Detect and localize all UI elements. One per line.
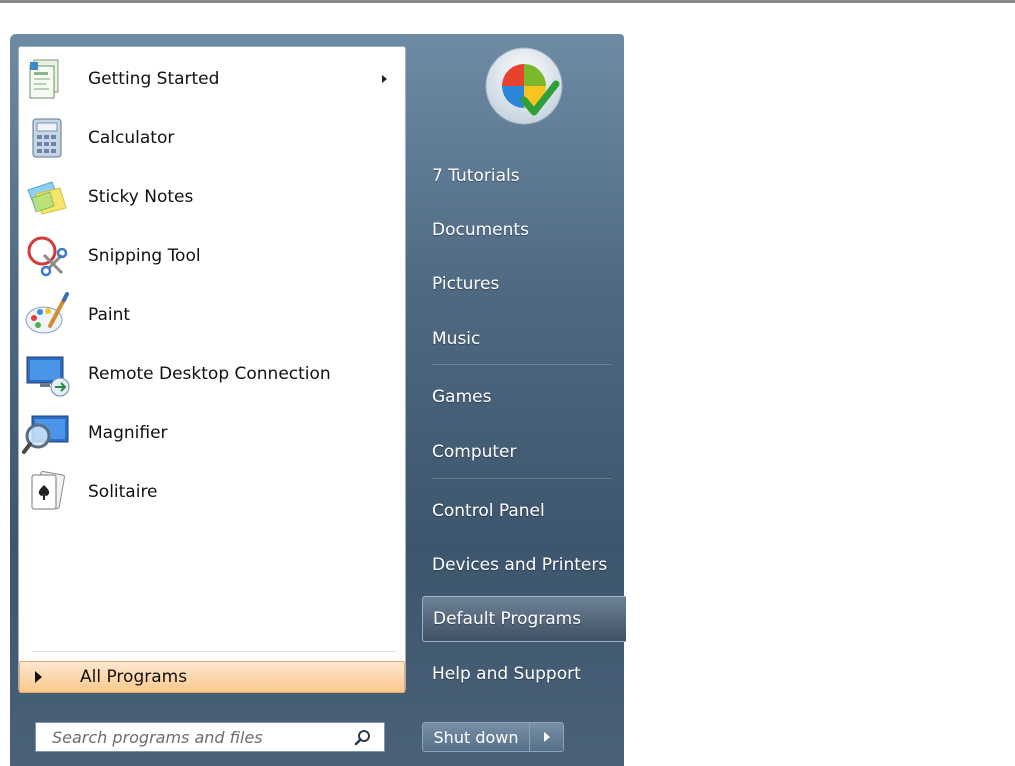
program-label: Calculator [88,128,175,148]
shutdown-button[interactable]: Shut down [423,723,530,751]
all-programs-button[interactable]: All Programs [19,661,405,693]
program-label: Snipping Tool [88,246,201,266]
solitaire-icon [22,467,72,517]
program-label: Remote Desktop Connection [88,364,331,384]
program-label: Getting Started [88,69,220,89]
search-input[interactable] [50,726,354,748]
program-getting-started[interactable]: Getting Started [19,51,405,107]
program-magnifier[interactable]: Magnifier [19,405,405,461]
shutdown-button-group: Shut down [422,722,564,752]
arrow-right-icon [543,732,550,742]
search-icon[interactable] [354,729,372,747]
program-label: Sticky Notes [88,187,194,207]
program-calculator[interactable]: Calculator [19,110,405,166]
start-menu: Getting Started Calculator Sticky Notes … [10,34,626,766]
right-item-music[interactable]: Music [422,321,622,357]
program-label: Magnifier [88,423,168,443]
program-sticky-notes[interactable]: Sticky Notes [19,169,405,225]
windows-orb-icon [484,46,564,126]
magnifier-icon [22,408,72,458]
right-item-games[interactable]: Games [422,379,622,415]
right-separator [432,478,612,479]
paint-icon [22,290,72,340]
remote-desktop-icon [22,349,72,399]
program-solitaire[interactable]: Solitaire [19,464,405,520]
snipping-tool-icon [22,231,72,281]
getting-started-icon [22,54,72,104]
right-item-default-programs[interactable]: Default Programs [422,596,626,642]
right-item-devices-and-printers[interactable]: Devices and Printers [422,547,622,583]
submenu-arrow-icon[interactable] [382,75,387,83]
right-item-pictures[interactable]: Pictures [422,266,622,302]
right-separator [432,364,612,365]
program-remote-desktop-connection[interactable]: Remote Desktop Connection [19,346,405,402]
right-item-documents[interactable]: Documents [422,212,622,248]
triangle-right-icon [35,671,42,683]
sticky-notes-icon [22,172,72,222]
programs-pane: Getting Started Calculator Sticky Notes … [18,46,406,693]
calculator-icon [22,113,72,163]
right-item-7-tutorials[interactable]: 7 Tutorials [422,158,622,194]
divider [31,651,397,652]
all-programs-label: All Programs [80,667,188,687]
shutdown-options-button[interactable] [530,723,563,751]
search-box [35,722,385,752]
program-label: Paint [88,305,131,325]
right-item-computer[interactable]: Computer [422,434,622,470]
top-border-line [0,0,1015,3]
right-item-control-panel[interactable]: Control Panel [422,493,622,529]
program-paint[interactable]: Paint [19,287,405,343]
program-snipping-tool[interactable]: Snipping Tool [19,228,405,284]
program-label: Solitaire [88,482,158,502]
right-item-help-and-support[interactable]: Help and Support [422,656,622,692]
